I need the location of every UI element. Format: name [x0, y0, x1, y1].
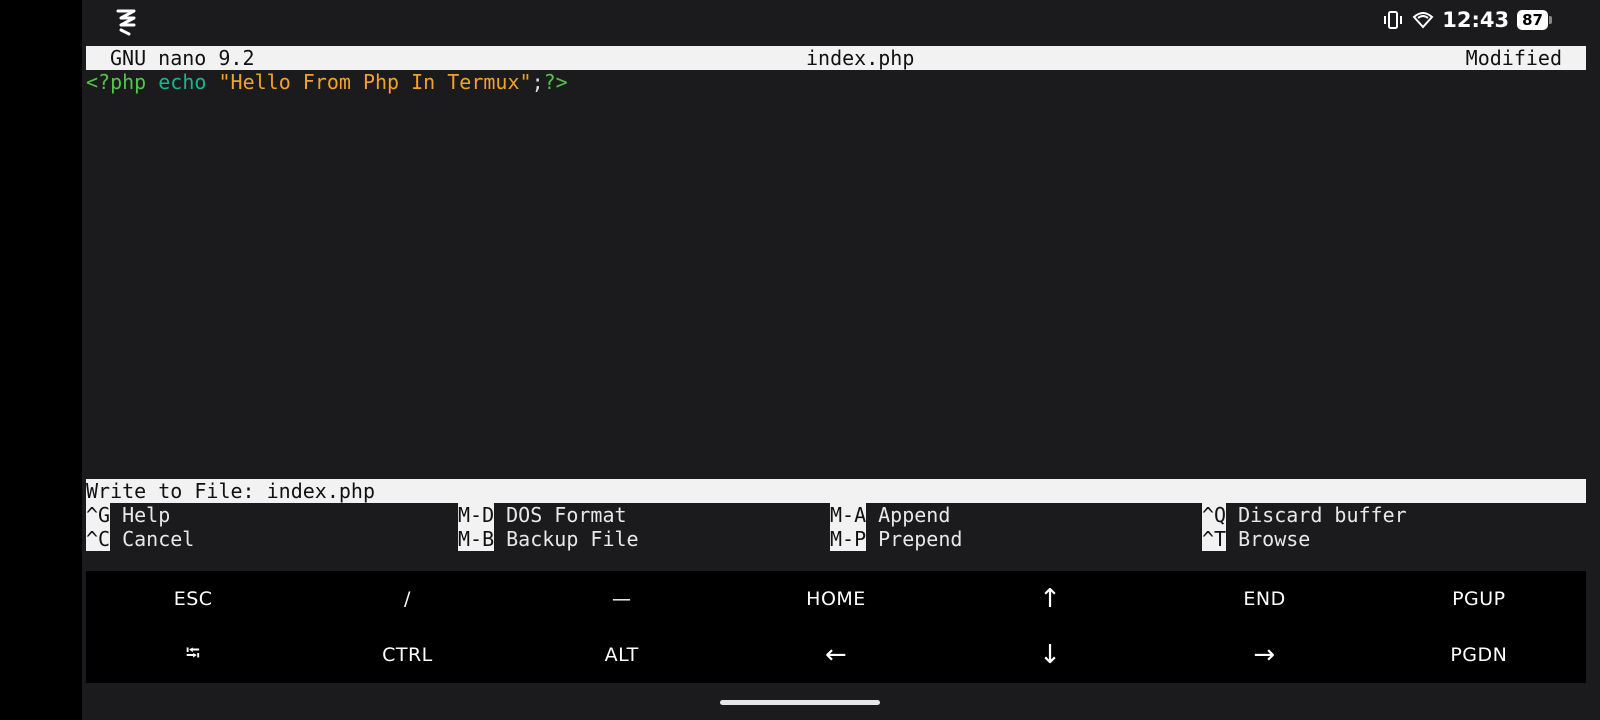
- string-literal: "Hello From Php In Termux": [218, 70, 532, 94]
- arrow-left-key[interactable]: ←: [729, 627, 943, 683]
- arrow-down-key[interactable]: ↓: [943, 627, 1157, 683]
- semicolon: ;: [531, 70, 544, 94]
- arrow-up-key[interactable]: ↑: [943, 571, 1157, 627]
- arrow-right-key[interactable]: →: [1157, 627, 1371, 683]
- android-status-bar: 12:43 87: [82, 0, 1600, 44]
- echo-keyword: echo: [158, 70, 207, 94]
- alt-key[interactable]: ALT: [515, 627, 729, 683]
- termux-extra-keys: ESC / — HOME ↑ END PGUP ⭾ CTRL ALT ← ↓ →…: [86, 571, 1586, 683]
- status-time: 12:43: [1442, 8, 1510, 32]
- tab-key[interactable]: ⭾: [86, 627, 300, 683]
- nano-title-bar: GNU nano 9.2 index.php Modified: [86, 46, 1586, 70]
- nano-editor[interactable]: GNU nano 9.2 index.php Modified <?php ec…: [86, 46, 1586, 94]
- php-close-tag: ?>: [543, 70, 568, 94]
- end-key[interactable]: END: [1157, 571, 1371, 627]
- left-black-strip: [0, 0, 82, 720]
- shortcut-browse[interactable]: ^T Browse: [1202, 527, 1310, 551]
- shortcut-row-1: ^G Help M-D DOS Format M-A Append ^Q Discard…: [86, 503, 1586, 527]
- code-line-1[interactable]: <?php echo "Hello From Php In Termux";?>: [86, 70, 1586, 94]
- slash-key[interactable]: /: [300, 571, 514, 627]
- status-right-group: 12:43 87: [1382, 8, 1552, 32]
- esc-key[interactable]: ESC: [86, 571, 300, 627]
- nano-version: GNU nano 9.2: [110, 46, 255, 70]
- ctrl-key[interactable]: CTRL: [300, 627, 514, 683]
- battery-icon: 87: [1517, 10, 1552, 30]
- shortcut-discard-buffer[interactable]: ^Q Discard buffer: [1202, 503, 1407, 527]
- shortcut-prepend[interactable]: M-P Prepend: [830, 527, 962, 551]
- nano-filename: index.php: [806, 46, 915, 70]
- dash-key[interactable]: —: [515, 571, 729, 627]
- vibrate-icon: [1384, 11, 1403, 29]
- php-open-tag: <?php: [86, 70, 147, 94]
- shortcut-cancel[interactable]: ^C Cancel: [86, 527, 194, 551]
- pgup-key[interactable]: PGUP: [1372, 571, 1586, 627]
- gesture-home-bar[interactable]: [720, 700, 880, 705]
- app-logo-icon: [116, 9, 136, 36]
- wifi-icon: [1412, 12, 1434, 29]
- shortcut-backup-file[interactable]: M-B Backup File: [458, 527, 639, 551]
- nano-shortcut-bar: ^G Help M-D DOS Format M-A Append ^Q Discard…: [86, 503, 1586, 551]
- shortcut-dos-format[interactable]: M-D DOS Format: [458, 503, 627, 527]
- shortcut-help[interactable]: ^G Help: [86, 503, 170, 527]
- shortcut-row-2: ^C Cancel M-B Backup File M-P Prepend ^T Bro…: [86, 527, 1586, 551]
- shortcut-append[interactable]: M-A Append: [830, 503, 950, 527]
- write-to-file-prompt[interactable]: Write to File: index.php: [86, 479, 1586, 503]
- pgdn-key[interactable]: PGDN: [1372, 627, 1586, 683]
- nano-modified-status: Modified: [1465, 46, 1562, 70]
- home-key[interactable]: HOME: [729, 571, 943, 627]
